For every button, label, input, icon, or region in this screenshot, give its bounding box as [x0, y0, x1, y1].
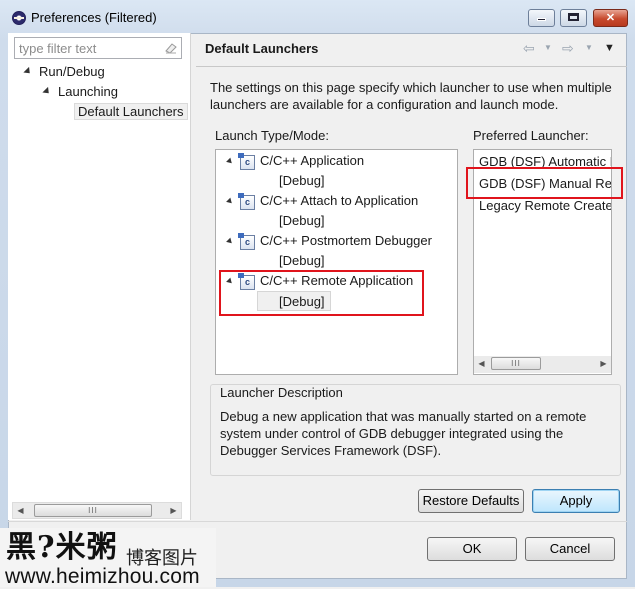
expanded-arrow-icon[interactable]	[226, 237, 234, 246]
page-title: Default Launchers	[205, 41, 319, 56]
filter-field[interactable]	[14, 37, 182, 59]
launch-type-item[interactable]: C/C++ Postmortem Debugger	[260, 231, 432, 251]
forward-dropdown-icon[interactable]: ▼	[585, 43, 593, 52]
tree-item-label: Default Launchers	[74, 103, 188, 120]
launch-mode-item[interactable]: [Debug]	[279, 171, 325, 191]
scroll-left-icon[interactable]: ◀	[474, 356, 489, 371]
highlight-box-remote-application	[219, 270, 424, 316]
window-title: Preferences (Filtered)	[31, 10, 157, 25]
preferred-launcher-label: Preferred Launcher:	[473, 128, 589, 143]
launcher-description-text: Debug a new application that was manuall…	[220, 409, 587, 458]
maximize-icon	[568, 13, 579, 21]
header-separator	[196, 66, 627, 67]
expanded-arrow-icon[interactable]	[226, 197, 234, 206]
launch-mode-item[interactable]: [Debug]	[279, 211, 325, 231]
c-launch-config-icon: c	[238, 193, 255, 210]
footer-separator	[8, 521, 627, 522]
maximize-button[interactable]	[560, 9, 587, 27]
page-description: The settings on this page specify which …	[210, 80, 612, 112]
scroll-thumb[interactable]: III	[34, 504, 152, 517]
tree-item-label: Launching	[58, 84, 118, 99]
tree-horizontal-scrollbar[interactable]: ◀ III ▶	[12, 502, 182, 519]
scroll-thumb[interactable]: III	[491, 357, 541, 370]
view-menu-icon[interactable]: ▼	[604, 42, 615, 54]
back-arrow-icon[interactable]: ⇦	[523, 40, 535, 57]
filter-input[interactable]	[17, 39, 159, 57]
scroll-left-icon[interactable]: ◀	[13, 503, 28, 518]
highlight-box-manual-remote	[466, 167, 623, 199]
title-bar[interactable]: Preferences (Filtered) ✕	[0, 0, 635, 33]
c-launch-config-icon: c	[238, 233, 255, 250]
tree-item-label: Run/Debug	[39, 64, 105, 79]
launcher-description-title: Launcher Description	[218, 385, 345, 400]
launch-type-item[interactable]: C/C++ Application	[260, 151, 364, 171]
watermark-logo: 黑?米粥	[6, 530, 118, 565]
close-button[interactable]: ✕	[593, 9, 628, 27]
eclipse-icon	[12, 11, 26, 25]
back-dropdown-icon[interactable]: ▼	[544, 43, 552, 52]
tree-item-default-launchers[interactable]: Default Launchers	[74, 102, 188, 122]
ok-button[interactable]: OK	[427, 537, 517, 561]
c-launch-config-icon: c	[238, 153, 255, 170]
scroll-right-icon[interactable]: ▶	[166, 503, 181, 518]
launch-type-label: Launch Type/Mode:	[215, 128, 329, 143]
cancel-button[interactable]: Cancel	[525, 537, 615, 561]
clear-filter-icon[interactable]	[164, 41, 178, 55]
apply-button[interactable]: Apply	[532, 489, 620, 513]
restore-defaults-button[interactable]: Restore Defaults	[418, 489, 524, 513]
page-navigation: ⇦ ▼ ⇨ ▼ ▼	[520, 40, 620, 56]
minimize-icon	[537, 18, 546, 21]
launch-mode-item[interactable]: [Debug]	[279, 251, 325, 271]
watermark-url: www.heimizhou.com	[5, 565, 200, 588]
launch-type-tree[interactable]: c C/C++ Application [Debug] c C/C++ Atta…	[215, 149, 458, 375]
launcher-horizontal-scrollbar[interactable]: ◀ III ▶	[474, 356, 611, 373]
scroll-right-icon[interactable]: ▶	[596, 356, 611, 371]
launch-type-item[interactable]: C/C++ Attach to Application	[260, 191, 418, 211]
minimize-button[interactable]	[528, 9, 555, 27]
launcher-item[interactable]: Legacy Remote Create	[479, 196, 611, 216]
expanded-arrow-icon[interactable]	[226, 157, 234, 166]
forward-arrow-icon[interactable]: ⇨	[562, 40, 574, 57]
close-icon: ✕	[605, 12, 616, 24]
